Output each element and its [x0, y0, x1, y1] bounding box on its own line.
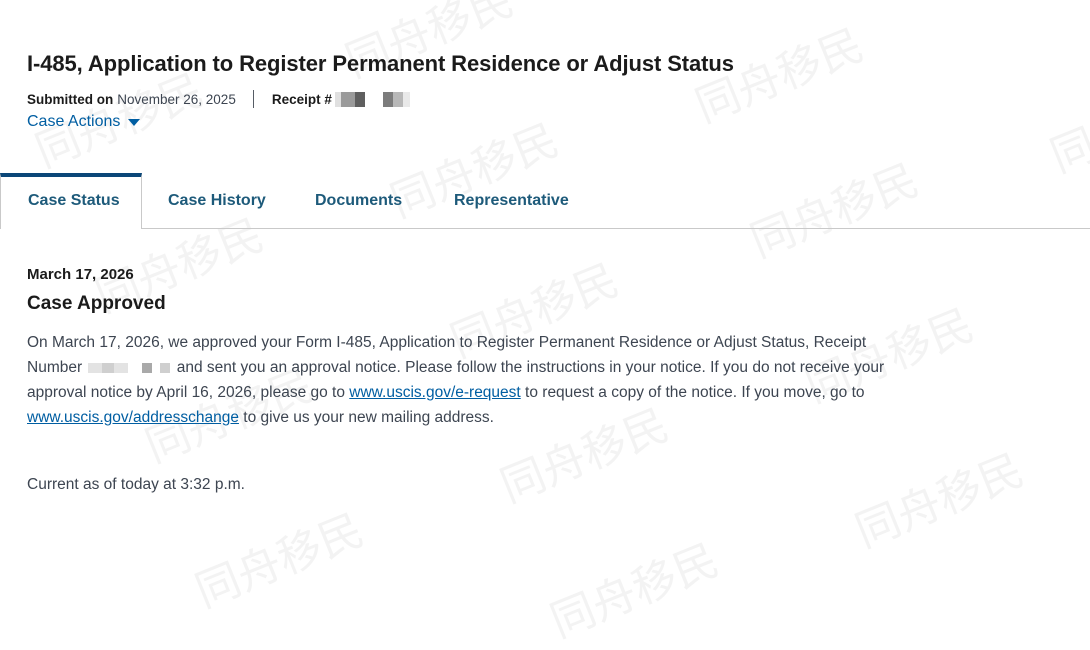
status-description: On March 17, 2026, we approved your Form… [27, 330, 907, 430]
case-actions-label: Case Actions [27, 113, 121, 130]
status-title: Case Approved [27, 293, 166, 314]
case-status-page: 同舟移民 同舟移民 同舟移民 同舟移民 同舟移民 同舟移民 同舟移民 同舟移民 … [0, 0, 1090, 648]
case-actions-dropdown[interactable]: Case Actions [27, 113, 141, 131]
status-text-4: to give us your new mailing address. [243, 409, 494, 426]
status-date: March 17, 2026 [27, 266, 134, 283]
page-title: I-485, Application to Register Permanent… [27, 51, 734, 76]
watermark-logo: 同舟移民 [543, 534, 726, 648]
receipt-label: Receipt # [271, 91, 332, 107]
case-tabs: Case Status Case History Documents Repre… [0, 173, 1090, 229]
redacted-receipt-number [88, 362, 171, 373]
submitted-date: November 26, 2025 [117, 91, 236, 107]
last-updated: Current as of today at 3:32 p.m. [27, 476, 245, 493]
submitted-label: Submitted on [27, 91, 114, 107]
watermark-logo: 同舟移民 [188, 504, 371, 618]
tab-representative[interactable]: Representative [454, 173, 569, 228]
tab-case-history[interactable]: Case History [168, 173, 266, 228]
tab-case-status[interactable]: Case Status [0, 173, 142, 229]
caret-down-icon [128, 119, 141, 126]
watermark-logo: 同舟移民 [1043, 69, 1090, 183]
divider [252, 90, 254, 108]
status-text-3: to request a copy of the notice. If you … [525, 384, 865, 401]
address-change-link[interactable]: www.uscis.gov/addresschange [27, 409, 239, 426]
tab-documents[interactable]: Documents [315, 173, 402, 228]
watermark-logo: 同舟移民 [848, 444, 1031, 558]
e-request-link[interactable]: www.uscis.gov/e-request [349, 384, 520, 401]
case-meta: Submitted on November 26, 2025 Receipt # [27, 90, 410, 108]
redacted-receipt-number [334, 91, 410, 107]
